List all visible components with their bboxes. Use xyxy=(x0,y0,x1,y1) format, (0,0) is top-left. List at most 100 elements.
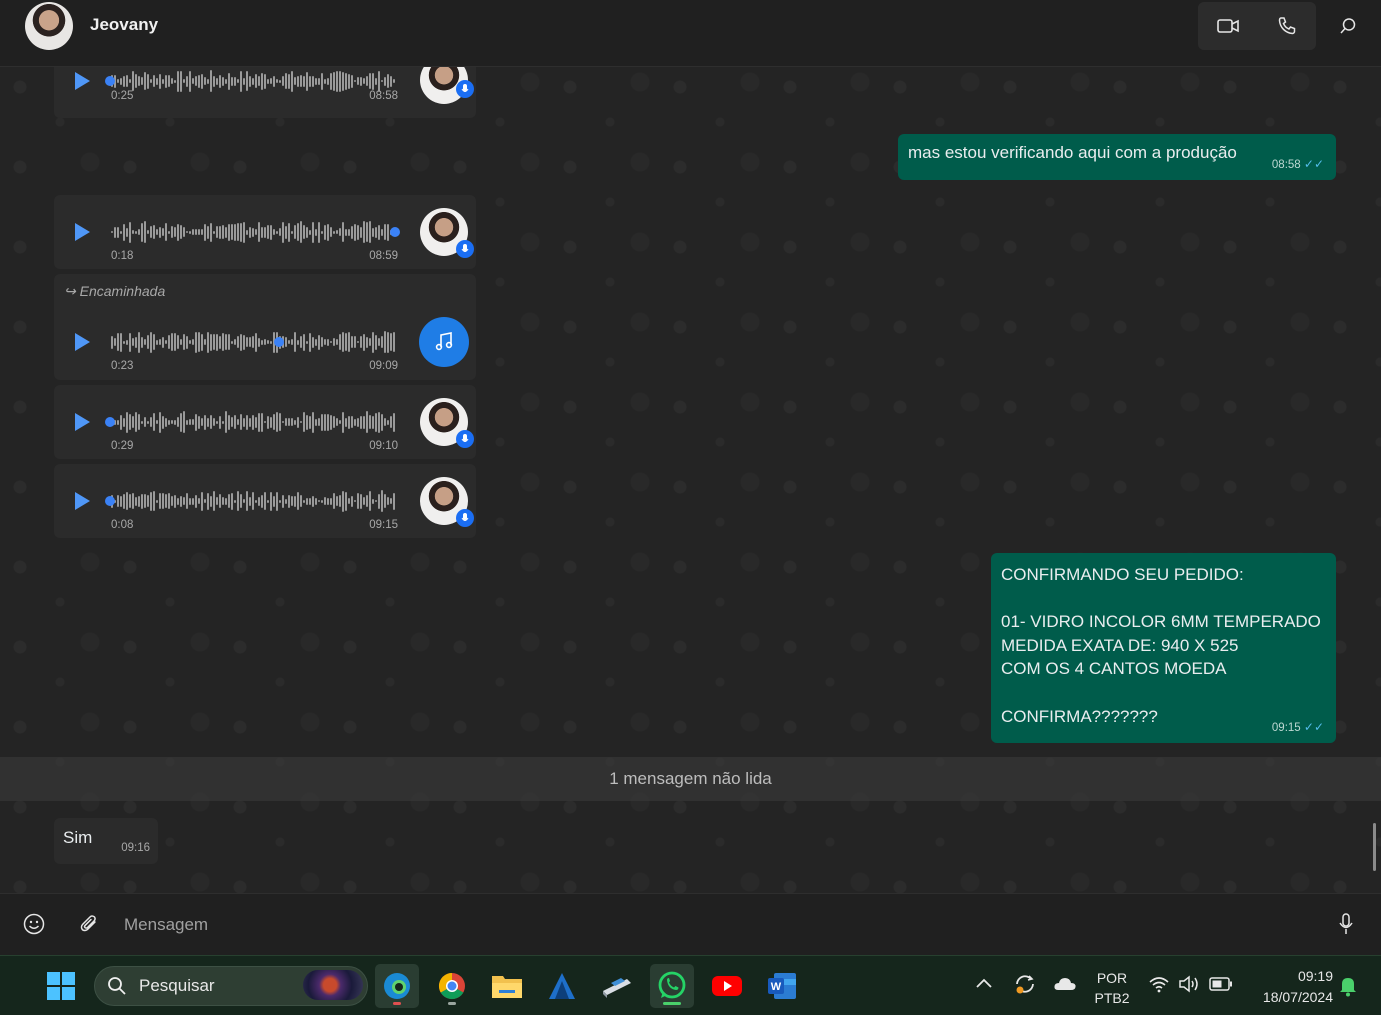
waveform-bar xyxy=(171,226,173,238)
waveform[interactable] xyxy=(111,489,396,513)
waveform[interactable] xyxy=(111,69,396,93)
waveform-bar xyxy=(342,222,344,242)
chevron-up-icon xyxy=(976,978,992,988)
waveform-bar xyxy=(357,493,359,509)
progress-dot[interactable] xyxy=(274,337,284,347)
waveform-bar xyxy=(336,70,338,92)
waveform-bar xyxy=(117,79,119,83)
waveform-bar xyxy=(114,226,116,238)
outgoing-message[interactable]: CONFIRMANDO SEU PEDIDO: 01- VIDRO INCOLO… xyxy=(991,553,1336,743)
network-tray-icon[interactable] xyxy=(1148,975,1170,998)
volume-tray-icon[interactable] xyxy=(1178,975,1202,998)
waveform-bar xyxy=(366,336,368,348)
taskbar-app-scanner[interactable] xyxy=(595,964,639,1008)
voice-call-button[interactable] xyxy=(1257,2,1316,50)
waveform-bar xyxy=(303,412,305,432)
message-time: 08:59 xyxy=(369,250,398,262)
waveform-bar xyxy=(357,341,359,343)
emoji-button[interactable] xyxy=(23,913,45,940)
chat-area[interactable]: 0:25 08:58 0:18 08:59 ↪ Encaminhada 0:23… xyxy=(0,67,1381,893)
waveform-bar xyxy=(132,416,134,428)
waveform[interactable] xyxy=(111,410,396,434)
show-hidden-icons-button[interactable] xyxy=(975,976,993,995)
waveform-bar xyxy=(312,336,314,348)
sync-tray-icon[interactable] xyxy=(1013,973,1037,1000)
video-call-button[interactable] xyxy=(1198,2,1257,50)
waveform-bar xyxy=(213,75,215,87)
taskbar-search-label: Pesquisar xyxy=(139,976,215,995)
message-composer xyxy=(0,893,1381,956)
voice-record-button[interactable] xyxy=(1336,912,1356,941)
folder-icon xyxy=(492,976,522,998)
message-input[interactable] xyxy=(122,906,1306,944)
clock[interactable]: 09:19 18/07/2024 xyxy=(1245,966,1333,1008)
progress-dot[interactable] xyxy=(105,496,115,506)
play-icon[interactable] xyxy=(70,411,92,433)
outgoing-message[interactable]: mas estou verificando aqui com a produçã… xyxy=(898,134,1336,180)
taskbar-app-explorer[interactable] xyxy=(485,964,529,1008)
waveform-bar xyxy=(300,221,302,243)
waveform[interactable] xyxy=(111,330,396,354)
play-icon[interactable] xyxy=(70,221,92,243)
waveform-bar xyxy=(165,494,167,508)
notifications-button[interactable] xyxy=(1338,975,1358,1002)
waveform-bar xyxy=(261,72,263,90)
waveform-bar xyxy=(333,416,335,428)
taskbar-app-navigator[interactable] xyxy=(540,964,584,1008)
waveform-bar xyxy=(321,337,323,347)
waveform-bar xyxy=(318,77,320,85)
waveform-bar xyxy=(219,74,221,88)
start-button[interactable] xyxy=(39,964,83,1008)
waveform[interactable] xyxy=(111,220,396,244)
incoming-message[interactable]: Sim 09:16 xyxy=(54,818,158,864)
waveform-bar xyxy=(258,412,260,432)
chat-header: Jeovany xyxy=(0,0,1381,67)
taskbar-app-edge[interactable] xyxy=(375,964,419,1008)
waveform-bar xyxy=(300,336,302,348)
progress-dot[interactable] xyxy=(105,76,115,86)
waveform-bar xyxy=(249,337,251,347)
unread-divider: 1 mensagem não lida xyxy=(0,757,1381,801)
taskbar-app-whatsapp[interactable] xyxy=(650,964,694,1008)
waveform-bar xyxy=(135,230,137,234)
waveform-bar xyxy=(144,72,146,90)
play-icon[interactable] xyxy=(70,331,92,353)
waveform-bar xyxy=(372,498,374,504)
taskbar-app-word[interactable]: W xyxy=(760,964,804,1008)
double-check-icon: ✓✓ xyxy=(1303,157,1324,171)
waveform-bar xyxy=(156,499,158,503)
taskbar-search[interactable]: Pesquisar xyxy=(94,966,368,1006)
play-icon[interactable] xyxy=(70,490,92,512)
contact-name[interactable]: Jeovany xyxy=(90,15,158,35)
waveform-bar xyxy=(195,413,197,431)
progress-dot[interactable] xyxy=(390,227,400,237)
language-indicator[interactable]: POR PTB2 xyxy=(1090,968,1134,1008)
waveform-bar xyxy=(150,491,152,511)
waveform-bar xyxy=(315,418,317,426)
search-chat-button[interactable] xyxy=(1330,8,1366,44)
waveform-bar xyxy=(213,230,215,234)
battery-tray-icon[interactable] xyxy=(1209,977,1233,996)
waveform-bar xyxy=(129,79,131,83)
play-icon[interactable] xyxy=(70,70,92,92)
waveform-bar xyxy=(156,77,158,85)
taskbar-app-chrome[interactable] xyxy=(430,964,474,1008)
waveform-bar xyxy=(384,331,386,353)
contact-avatar[interactable] xyxy=(25,2,73,50)
waveform-bar xyxy=(267,225,269,239)
waveform-bar xyxy=(189,340,191,344)
onedrive-tray-icon[interactable] xyxy=(1053,976,1077,997)
mic-badge-icon xyxy=(456,509,474,527)
waveform-bar xyxy=(231,492,233,510)
waveform-bar xyxy=(297,75,299,87)
progress-dot[interactable] xyxy=(105,417,115,427)
chat-scrollbar[interactable] xyxy=(1373,823,1376,871)
attach-button[interactable] xyxy=(78,913,100,940)
waveform-bar xyxy=(120,414,122,430)
waveform-bar xyxy=(180,495,182,507)
waveform-bar xyxy=(369,221,371,243)
taskbar-app-youtube[interactable] xyxy=(705,964,749,1008)
waveform-bar xyxy=(357,77,359,85)
forwarded-label: ↪ Encaminhada xyxy=(64,283,165,300)
waveform-bar xyxy=(381,490,383,512)
